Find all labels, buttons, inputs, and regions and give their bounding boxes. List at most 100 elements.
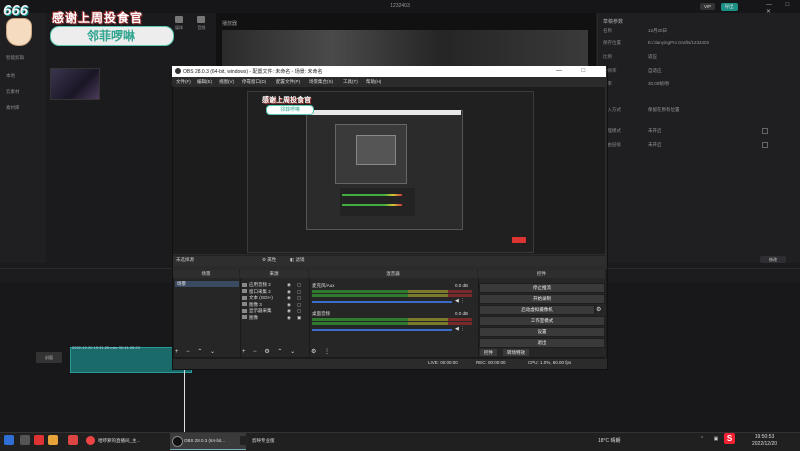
lock-icon[interactable]: ▣ [297, 315, 301, 321]
rec-status: REC: 00:00:00 [476, 360, 506, 365]
mixer-dock-footer[interactable]: ⚙ ⋮ [311, 348, 333, 355]
volume-slider[interactable] [312, 329, 452, 331]
sources-dock-header: 来源 [240, 270, 308, 278]
scenes-dock-footer[interactable]: + − ⌃ ⌄ [175, 348, 218, 355]
menu-view[interactable]: 视图(V) [219, 79, 234, 85]
props-header: 草稿参数 [603, 19, 624, 25]
lock-icon[interactable]: ▢ [297, 302, 301, 308]
taskbar-app-label: 剪映专业版 [252, 438, 275, 443]
menu-tools[interactable]: 工具(T) [343, 79, 358, 85]
menu-docks[interactable]: 停靠窗口(D) [242, 79, 266, 85]
weather-widget[interactable]: 18°C 晴朗 [598, 437, 621, 444]
proxy-checkbox[interactable] [762, 128, 768, 134]
cpu-status: CPU: 1.0%, 60.00 fps [528, 360, 572, 365]
taskbar-app-jianying[interactable]: 剪映专业版 [238, 433, 302, 449]
stop-streaming-button[interactable]: 停止推流 [479, 283, 605, 293]
taskbar-app-browser[interactable]: 哈啰萝的直播间_主... [84, 433, 176, 449]
clock[interactable]: 19:50:53 2022/12/20 [752, 434, 777, 448]
scene-list-item[interactable]: 场景 [175, 281, 239, 287]
audio-icon [197, 16, 206, 23]
sidebar-item-library[interactable]: 素材库 [6, 105, 20, 111]
sogou-ime-icon[interactable]: S [724, 433, 735, 444]
sidebar-item-smart[interactable]: 智能剪辑 [6, 55, 24, 61]
cover-button[interactable]: 封面 [36, 352, 62, 363]
audio-meter [312, 294, 472, 297]
app-icon[interactable] [34, 435, 44, 445]
prop-label: 保存位置 [603, 40, 621, 45]
eye-icon[interactable]: ◉ [287, 302, 291, 308]
obs-window-controls[interactable]: — □ ✕ [556, 67, 619, 74]
speaker-icon[interactable]: ◀ ⋮ [455, 298, 465, 304]
volume-slider[interactable] [312, 301, 452, 303]
taskbar-app-obs[interactable]: OBS 28.0.3 (64-bit... [170, 433, 246, 450]
chrome-icon [86, 436, 95, 445]
tab-label: 音频 [197, 25, 206, 30]
tab-transitions[interactable]: 转场特效 [503, 349, 529, 356]
sources-dock-footer[interactable]: + − ⚙ ⌃ ⌄ [242, 348, 298, 355]
windows-start-icon[interactable] [4, 435, 14, 445]
lock-icon[interactable]: ▢ [297, 282, 301, 288]
source-item[interactable]: 窗口采集 2 ◉ ▢ [242, 289, 306, 295]
layer-checkbox[interactable] [762, 142, 768, 148]
audio-meter [312, 290, 472, 293]
audio-meter [312, 318, 472, 321]
netease-icon[interactable] [68, 435, 78, 445]
prop-value: 适应 [648, 54, 657, 59]
studio-mode-button[interactable]: 工作室模式 [479, 316, 605, 326]
eye-icon[interactable]: ◉ [287, 289, 291, 295]
obs-menubar [172, 77, 606, 86]
settings-button[interactable]: 设置 [479, 327, 605, 337]
overlay-name: 邻菲啰啉 [86, 29, 135, 43]
eye-icon[interactable]: ◉ [287, 308, 291, 314]
virtual-camera-button[interactable]: 启动虚拟摄像机 [479, 305, 595, 315]
source-item[interactable]: 图像 ◉ ▣ [242, 315, 306, 321]
sidebar-item-cloud[interactable]: 云素材 [6, 89, 20, 95]
no-source-selected: 未选择源 [176, 257, 194, 262]
export-button[interactable]: 导出 [720, 3, 738, 11]
source-item[interactable]: 文本 (GDI+) ◉ ▢ [242, 295, 306, 301]
menu-file[interactable]: 文件(F) [176, 79, 191, 85]
modify-button[interactable]: 修改 [760, 256, 786, 263]
eye-icon[interactable]: ◉ [287, 315, 291, 321]
prop-label: 比例 [603, 54, 612, 59]
controls-dock-header: 控件 [478, 270, 605, 278]
steam-icon[interactable] [20, 435, 30, 445]
lock-icon[interactable]: ▢ [297, 295, 301, 301]
menu-edit[interactable]: 编辑(E) [197, 79, 212, 85]
player-video [222, 30, 588, 68]
folder-icon[interactable] [48, 435, 58, 445]
obs-title: OBS 28.0.3 (64-bit, windows) - 配置文件: 未命名… [183, 69, 323, 75]
speaker-icon[interactable]: ◀ ⋮ [455, 326, 465, 332]
source-item[interactable]: 图像 3 ◉ ▢ [242, 302, 306, 308]
lock-icon[interactable]: ▢ [297, 289, 301, 295]
gear-icon[interactable]: ⚙ [596, 306, 601, 313]
menu-scene-collection[interactable]: 场景集合(S) [309, 79, 333, 85]
clock-time: 19:50:53 [754, 434, 775, 440]
tab-controls[interactable]: 控件 [480, 349, 497, 356]
menu-help[interactable]: 帮助(H) [366, 79, 381, 85]
mixer-dock-header: 混音器 [309, 270, 477, 278]
source-label: 窗口采集 2 [249, 288, 271, 294]
media-thumbnail[interactable] [50, 68, 100, 100]
source-item[interactable]: 显示器采集 ◉ ▢ [242, 308, 306, 314]
source-label: 图像 3 [249, 301, 262, 307]
menu-profile[interactable]: 配置文件(P) [276, 79, 300, 85]
exit-button[interactable]: 退出 [479, 338, 605, 348]
source-type-icon [242, 295, 247, 300]
properties-button[interactable]: ⚙ 属性 [262, 257, 276, 263]
prop-value: 未开启 [648, 142, 662, 147]
eye-icon[interactable]: ◉ [287, 282, 291, 288]
lock-icon[interactable]: ▢ [297, 308, 301, 314]
start-recording-button[interactable]: 开始录制 [479, 294, 605, 304]
vip-badge[interactable]: VIP [700, 3, 716, 10]
eye-icon[interactable]: ◉ [287, 295, 291, 301]
sidebar-item-local[interactable]: 本地 [6, 73, 15, 79]
prop-value: 自适应 [648, 68, 662, 73]
editor-topright: VIP 导出 [700, 3, 742, 11]
tab-label: 媒体 [175, 25, 183, 30]
clock-date: 2022/12/20 [752, 441, 778, 447]
prop-value: 保留在原有位置 [648, 107, 680, 112]
source-item[interactable]: 应用音频 2 ◉ ▢ [242, 282, 306, 288]
filters-button[interactable]: ◧ 滤镜 [290, 257, 305, 263]
tab-audio[interactable]: 音频 [192, 16, 210, 31]
